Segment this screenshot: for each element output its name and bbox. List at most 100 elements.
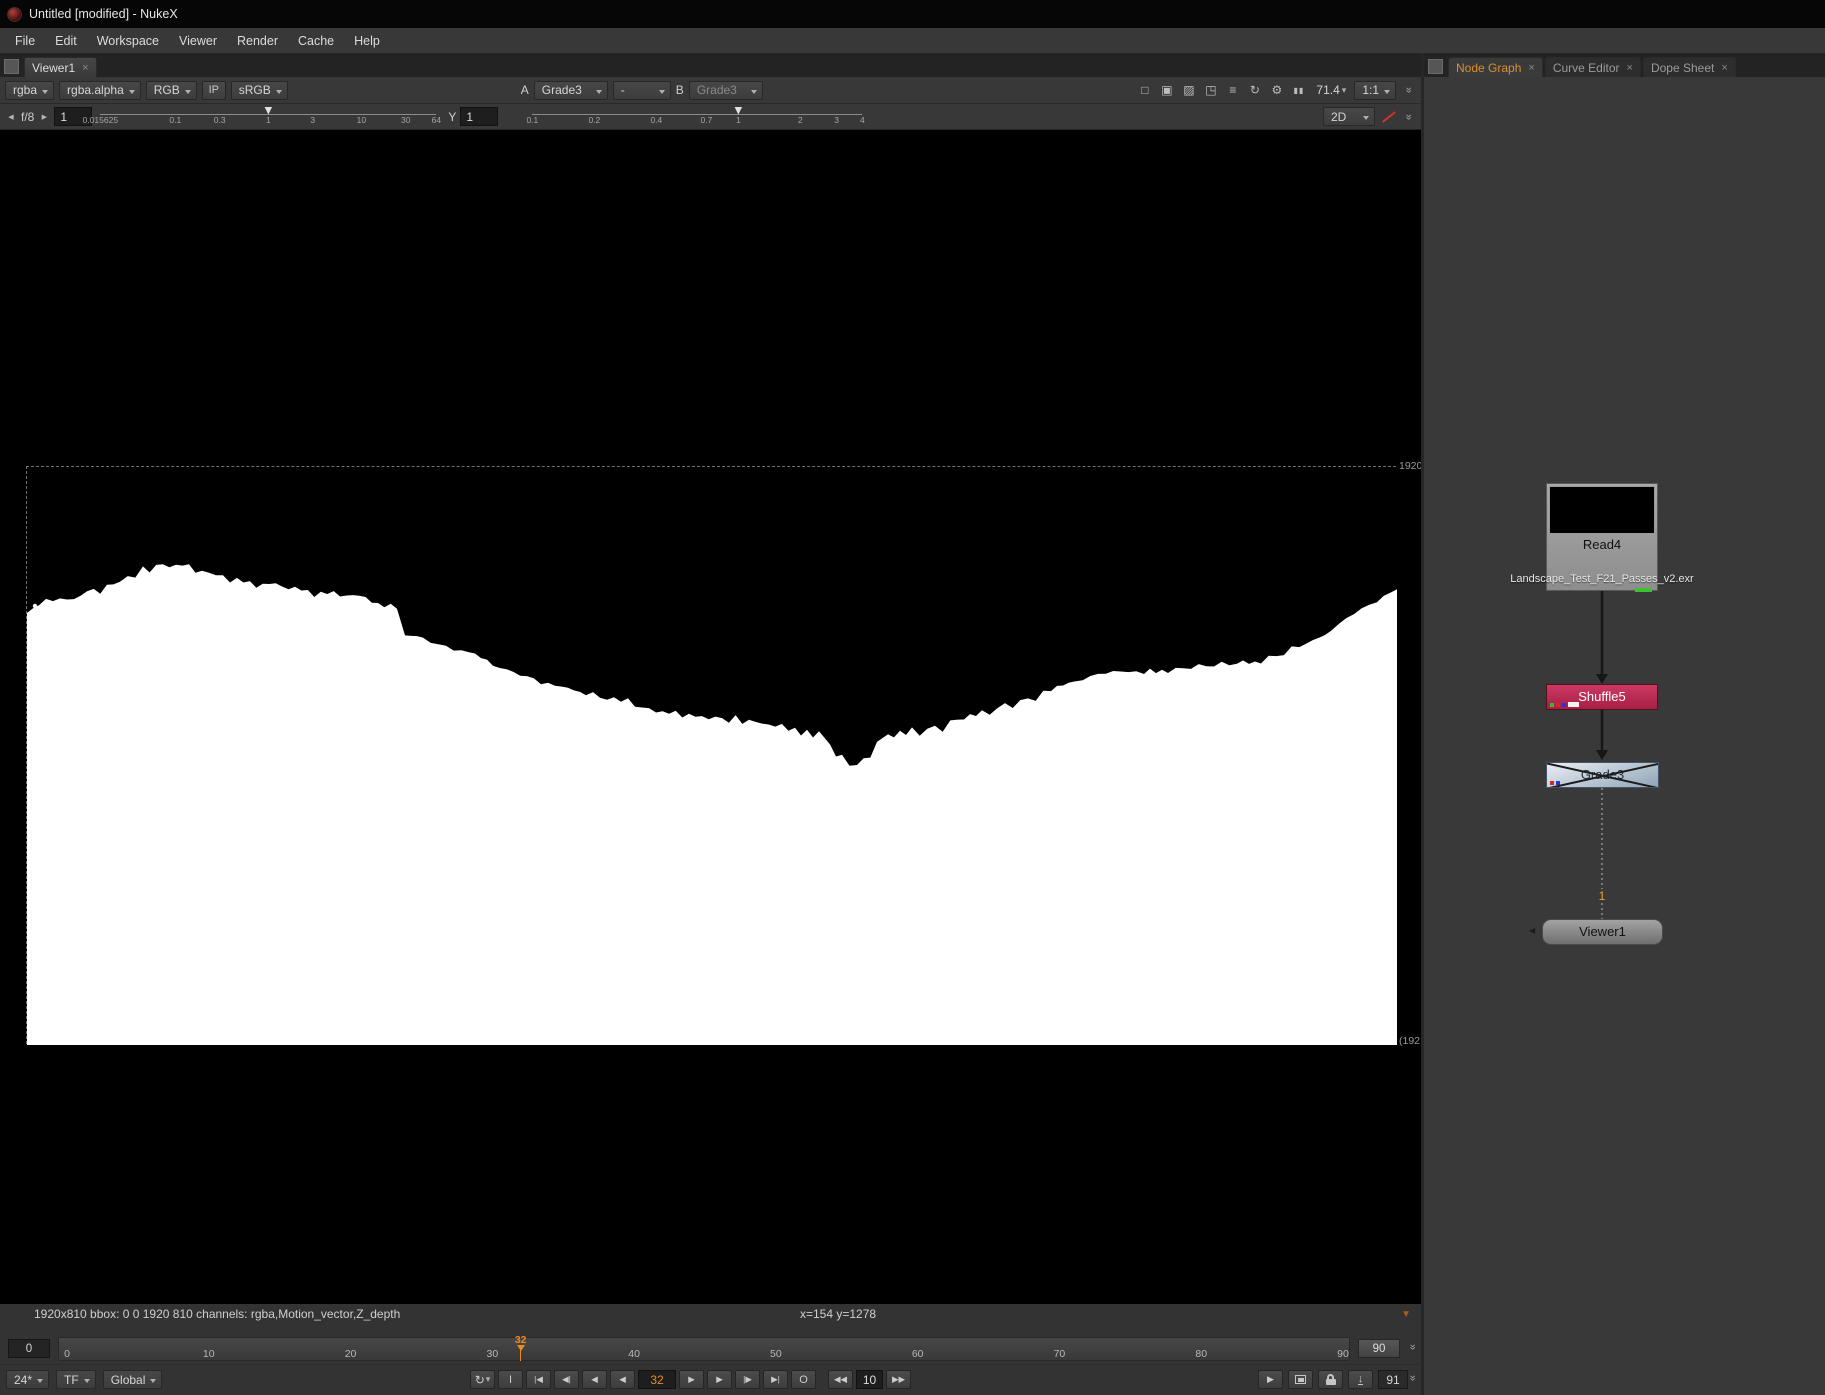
layer-dropdown[interactable]: rgba [5,80,55,100]
out-point-button[interactable]: O [791,1370,816,1389]
menu-render[interactable]: Render [228,31,287,51]
shuffle-node[interactable]: Shuffle5 [1546,684,1658,710]
refresh-icon[interactable]: ↻ [1245,82,1264,99]
flipbook-icon[interactable]: ▶ [1258,1370,1283,1389]
expand-toolbar-icon[interactable]: » [1403,83,1415,98]
red-slash-icon[interactable] [1379,109,1397,125]
tab-label: Curve Editor [1552,60,1620,75]
step-forward-button[interactable]: ▶ [707,1370,732,1389]
image-frame [26,466,1397,1045]
expand-exposure-icon[interactable]: » [1403,109,1415,124]
alpha-channel-image [27,467,1397,1045]
close-icon[interactable]: × [1627,62,1633,74]
viewer-input-number: 1 [1593,889,1611,903]
in-point-button[interactable]: I [498,1370,523,1389]
play-backward-button[interactable]: ◀ [610,1370,635,1389]
playback-right-group: ▶ ↓ 91 [1258,1370,1408,1389]
close-icon[interactable]: × [1721,62,1727,74]
channel-chips [1550,781,1560,785]
proxy-toggle-icon[interactable]: ▣ [1157,82,1176,99]
goto-start-button[interactable]: |◀ [526,1370,551,1389]
timeline-tick-label: 50 [770,1348,782,1360]
lock-icon[interactable] [1318,1370,1343,1389]
export-icon[interactable]: ↓ [1348,1370,1373,1389]
slider-handle[interactable] [734,106,743,115]
grade-node-disabled[interactable]: Grade3 [1546,762,1659,788]
next-keyframe-button[interactable]: |▶ [735,1370,760,1389]
gamma-slider[interactable]: 0.1 0.2 0.4 0.7 1 2 3 4 [526,106,865,128]
skip-forward-button[interactable]: ▶▶ [886,1370,911,1389]
pane-menu-icon[interactable] [4,59,19,74]
input-process-button[interactable]: IP [201,80,226,100]
play-forward-button[interactable]: ▶ [679,1370,704,1389]
slider-handle[interactable] [264,106,273,115]
format-label-top: 1920 [1399,460,1421,472]
viewer-canvas[interactable]: 1920 (192 [0,130,1421,1304]
status-menu-icon[interactable]: ▼ [1401,1309,1411,1320]
cursor-position-text: x=154 y=1278 [800,1307,877,1321]
menu-cache[interactable]: Cache [289,31,343,51]
menu-file[interactable]: File [6,31,44,51]
viewer-lut-dropdown[interactable]: sRGB [230,80,288,100]
pause-icon[interactable]: ▮▮ [1289,82,1308,99]
snapshot-icon[interactable] [1288,1370,1313,1389]
clipping-warning-icon[interactable]: ▨ [1179,82,1198,99]
playback-mode-button[interactable]: ↻ ▾ [470,1370,495,1389]
read-node[interactable]: Read4 Landscape_Test_F21_Passes_v2.exr [1510,483,1694,592]
expand-playback-icon[interactable]: » [1407,1371,1419,1386]
fstop-increase-icon[interactable]: ▶ [38,113,50,121]
buffer-a-dropdown[interactable]: Grade3 [533,80,608,100]
step-back-button[interactable]: ◀ [582,1370,607,1389]
last-frame-field[interactable]: 91 [1378,1370,1408,1389]
expand-timeline-icon[interactable]: » [1407,1340,1419,1355]
overlay-menu-icon[interactable]: ≡ [1223,82,1242,99]
tab-node-graph[interactable]: Node Graph × [1448,57,1543,77]
menu-edit[interactable]: Edit [46,31,86,51]
gain-slider[interactable]: 0.015625 0.1 0.3 1 3 10 30 64 [83,106,441,128]
tab-viewer1[interactable]: Viewer1 × [24,57,97,77]
range-start-field[interactable]: 0 [8,1339,50,1358]
timeline-ruler[interactable]: 0 10 20 30 40 50 60 70 80 90 32 [58,1334,1350,1361]
goto-end-button[interactable]: ▶| [763,1370,788,1389]
gamma-field[interactable]: 1 [460,107,499,126]
cached-indicator [1635,588,1652,592]
menu-viewer[interactable]: Viewer [170,31,226,51]
slider-tick-label: 64 [431,114,442,125]
menu-workspace[interactable]: Workspace [88,31,168,51]
display-window-icon[interactable]: □ [1135,82,1154,99]
gear-icon[interactable]: ⚙ [1267,82,1286,99]
fstop-decrease-icon[interactable]: ◀ [5,113,17,121]
grade-node-name: Grade3 [1580,767,1625,782]
frame-increment-field[interactable]: 10 [856,1370,883,1389]
timeline-tick-label: 20 [344,1348,357,1360]
skip-back-button[interactable]: ◀◀ [828,1370,853,1389]
range-end-field[interactable]: 90 [1358,1339,1400,1358]
main-split: Viewer1 × rgba rgba.alpha RGB IP sRGB A … [0,54,1825,1395]
tab-dope-sheet[interactable]: Dope Sheet × [1642,57,1736,77]
wipe-blend-dropdown[interactable]: - [612,80,671,100]
timeline-filter-dropdown[interactable]: TF [56,1370,96,1389]
playback-left-group: 24* TF Global [6,1370,163,1389]
pane-menu-icon[interactable] [1428,59,1443,74]
alpha-layer-dropdown[interactable]: rgba.alpha [59,80,141,100]
fps-dropdown[interactable]: 24* [6,1370,50,1389]
current-frame-field[interactable]: 32 [638,1370,676,1389]
buffer-b-dropdown[interactable]: Grade3 [688,80,763,100]
chevron-down-icon: ▾ [1341,84,1347,95]
channel-display-dropdown[interactable]: RGB [145,80,197,100]
slider-tick-label: 30 [401,114,411,125]
close-icon[interactable]: × [1528,62,1534,74]
node-graph-canvas[interactable]: Read4 Landscape_Test_F21_Passes_v2.exr S… [1424,77,1825,1395]
tab-curve-editor[interactable]: Curve Editor × [1544,57,1641,77]
node-graph-pane: Node Graph × Curve Editor × Dope Sheet × Read… [1421,54,1825,1395]
zoom-level-dropdown[interactable]: 71.4 ▾ [1313,83,1349,97]
menu-help[interactable]: Help [345,31,389,51]
viewer-node[interactable]: Viewer1 [1542,919,1663,945]
pop-out-icon[interactable]: ◳ [1201,82,1220,99]
prev-keyframe-button[interactable]: ◀| [554,1370,579,1389]
frame-range-scope-dropdown[interactable]: Global [102,1370,163,1389]
timeline-tick-label: 60 [911,1348,924,1360]
view-mode-dropdown[interactable]: 2D [1323,107,1375,126]
proxy-mode-dropdown[interactable]: 1:1 [1354,80,1396,100]
close-icon[interactable]: × [82,62,88,74]
